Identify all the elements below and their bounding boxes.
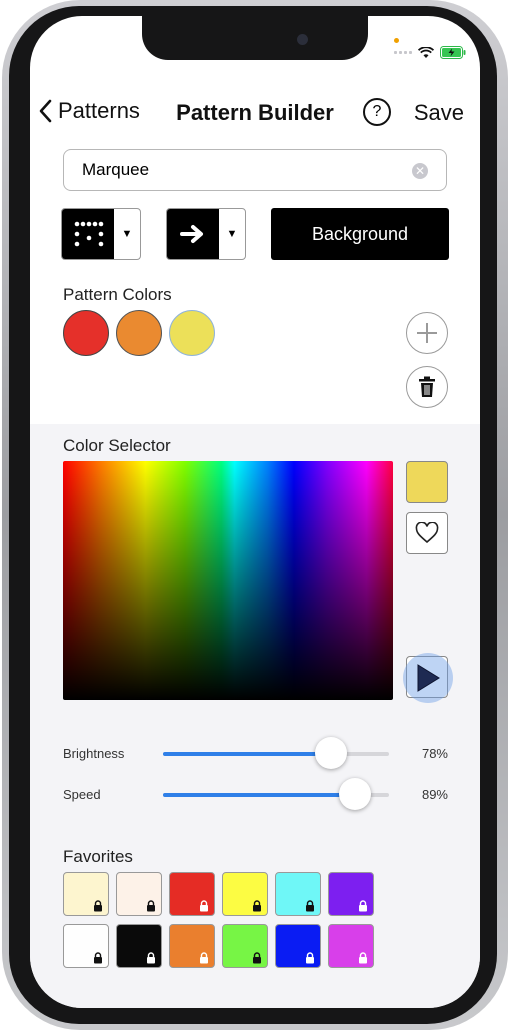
pattern-colors-label: Pattern Colors [63,285,172,304]
clear-icon[interactable]: ✕ [412,163,428,179]
chevron-down-icon: ▼ [121,228,133,240]
selected-color-swatch [406,461,448,503]
help-button[interactable]: ? [363,98,391,126]
lock-icon [94,900,102,912]
heart-icon [415,522,439,544]
speed-value: 89% [421,787,448,802]
speed-label: Speed [63,787,101,802]
brightness-slider[interactable] [163,737,389,769]
favorite-swatch-8[interactable] [116,924,162,968]
lock-icon [147,900,155,912]
battery-icon [440,46,466,59]
favorite-swatch-10[interactable] [222,924,268,968]
camera-icon [297,34,308,45]
lock-icon [200,952,208,964]
pattern-color-1[interactable] [63,310,109,356]
direction-dropdown[interactable]: ▼ [166,208,246,260]
pattern-type-dropdown[interactable]: ▼ [61,208,141,260]
wifi-icon [418,46,434,58]
pattern-name-input[interactable]: Marquee ✕ [63,149,447,191]
arrow-right-icon [167,209,219,259]
favorite-button[interactable] [406,512,448,554]
background-button[interactable]: Background [271,208,449,260]
lock-icon [253,900,261,912]
favorite-swatch-11[interactable] [275,924,321,968]
speed-thumb[interactable] [339,778,371,810]
favorite-swatch-4[interactable] [222,872,268,916]
chevron-down-icon: ▼ [226,228,238,240]
marquee-pattern-icon [62,209,114,259]
add-color-button[interactable] [406,312,448,354]
help-icon: ? [372,103,382,120]
lock-icon [359,952,367,964]
pattern-color-2[interactable] [116,310,162,356]
brightness-fill [163,752,331,756]
color-selector-label: Color Selector [63,436,171,455]
pattern-name-value: Marquee [82,160,150,179]
favorite-swatch-9[interactable] [169,924,215,968]
delete-color-button[interactable] [406,366,448,408]
play-icon [417,664,440,692]
favorite-swatch-1[interactable] [63,872,109,916]
lock-icon [306,900,314,912]
cell-signal-icon [394,51,412,54]
favorite-swatch-12[interactable] [328,924,374,968]
color-spectrum-picker[interactable] [63,461,393,700]
pattern-color-3[interactable] [169,310,215,356]
speed-fill [163,793,355,797]
favorite-swatch-6[interactable] [328,872,374,916]
app-screen: Patterns Pattern Builder ? Save Marquee … [30,16,480,1008]
lock-icon [94,952,102,964]
favorites-label: Favorites [63,847,133,866]
favorite-swatch-3[interactable] [169,872,215,916]
lock-icon [147,952,155,964]
favorite-swatch-2[interactable] [116,872,162,916]
page-title: Pattern Builder [176,100,334,125]
lock-icon [200,900,208,912]
plus-icon [417,323,437,343]
preview-button[interactable] [403,653,453,703]
notch [142,16,368,60]
privacy-indicator [394,38,399,43]
favorite-swatch-5[interactable] [275,872,321,916]
navigation-bar: Patterns Pattern Builder ? Save [30,98,480,138]
speed-slider[interactable] [163,778,389,810]
trash-icon [419,376,435,397]
lock-icon [359,900,367,912]
status-bar [394,46,466,59]
brightness-value: 78% [421,746,448,761]
brightness-thumb[interactable] [315,737,347,769]
save-button[interactable]: Save [414,100,464,126]
favorite-swatch-7[interactable] [63,924,109,968]
lock-icon [253,952,261,964]
lock-icon [306,952,314,964]
brightness-label: Brightness [63,746,125,761]
